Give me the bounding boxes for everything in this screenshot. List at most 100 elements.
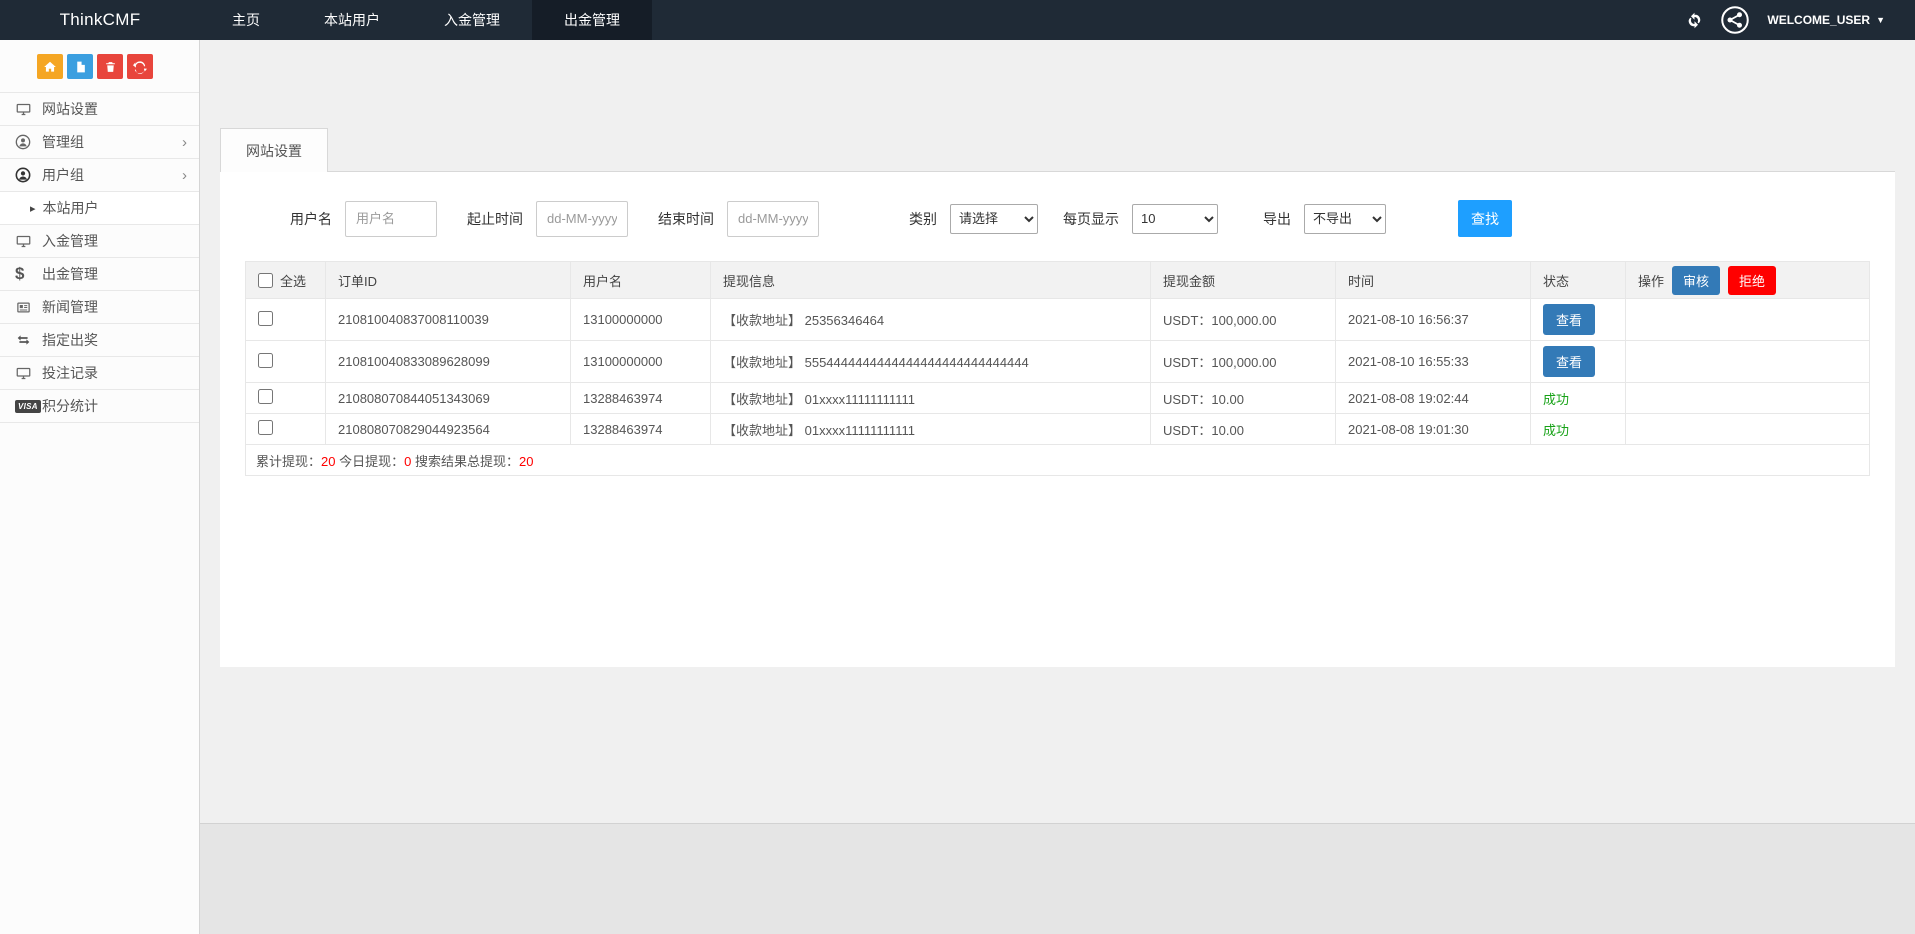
home-icon[interactable] xyxy=(37,54,63,79)
cell-username: 13288463974 xyxy=(571,414,711,445)
cell-username: 13288463974 xyxy=(571,383,711,414)
cell-actions xyxy=(1626,299,1870,341)
export-label: 导出 xyxy=(1263,209,1291,229)
end-date-input[interactable] xyxy=(727,201,819,237)
nav-item-site-users[interactable]: 本站用户 xyxy=(292,0,412,40)
col-header-order-id: 订单ID xyxy=(326,262,571,299)
pagesize-select[interactable]: 10 xyxy=(1132,204,1218,234)
col-header-username: 用户名 xyxy=(571,262,711,299)
navbar-right: WELCOME_USER ▼ xyxy=(1686,0,1915,40)
export-select[interactable]: 不导出 xyxy=(1304,204,1386,234)
filter-bar: 用户名 起止时间 结束时间 类别 请选择 每页显示 10 导出 不导出 查找 xyxy=(290,200,1870,237)
tab-bar: 网站设置 xyxy=(220,128,1895,172)
end-time-label: 结束时间 xyxy=(658,209,714,229)
monitor-icon xyxy=(15,234,42,249)
recycle-icon[interactable] xyxy=(127,54,153,79)
top-navbar: ThinkCMF 主页 本站用户 入金管理 出金管理 WELCOME_USER … xyxy=(0,0,1915,40)
approve-button[interactable]: 审核 xyxy=(1672,266,1720,295)
sidebar-item-user-group[interactable]: 用户组 › xyxy=(0,159,199,192)
sidebar-item-withdraw[interactable]: $ 出金管理 xyxy=(0,258,199,291)
admin-group-icon xyxy=(15,134,42,150)
cell-order-id: 210810040833089628099 xyxy=(326,341,571,383)
withdraw-table: 全选 订单ID 用户名 提现信息 提现金额 时间 状态 操作 审核 xyxy=(245,261,1870,476)
cell-actions xyxy=(1626,341,1870,383)
cell-amount: USDT：100,000.00 xyxy=(1151,299,1336,341)
cell-info: 【收款地址】 01xxxx11111111111 xyxy=(711,383,1151,414)
chevron-right-icon: › xyxy=(182,168,187,183)
sidebar-item-points-stats[interactable]: VISA 积分统计 xyxy=(0,390,199,423)
table-row: 210810040837008110039 13100000000 【收款地址】… xyxy=(246,299,1870,341)
today-withdraw-label: 今日提现： xyxy=(339,454,404,469)
total-withdraw-value: 20 xyxy=(321,454,335,469)
select-all-label: 全选 xyxy=(280,271,306,290)
sidebar-item-deposit[interactable]: 入金管理 xyxy=(0,225,199,258)
monitor-icon xyxy=(15,102,42,117)
sidebar-item-admin-group[interactable]: 管理组 › xyxy=(0,126,199,159)
search-button[interactable]: 查找 xyxy=(1458,200,1512,237)
newspaper-icon xyxy=(15,300,42,315)
search-total-value: 20 xyxy=(519,454,533,469)
chevron-right-icon: › xyxy=(182,135,187,150)
cell-username: 13100000000 xyxy=(571,341,711,383)
sidebar: 网站设置 管理组 › 用户组 › ▸ 本站用户 xyxy=(0,40,200,934)
start-date-input[interactable] xyxy=(536,201,628,237)
row-checkbox[interactable] xyxy=(258,420,273,435)
table-header-row: 全选 订单ID 用户名 提现信息 提现金额 时间 状态 操作 审核 xyxy=(246,262,1870,299)
view-button[interactable]: 查看 xyxy=(1543,304,1595,335)
view-button[interactable]: 查看 xyxy=(1543,346,1595,377)
avatar[interactable] xyxy=(1720,5,1750,35)
cell-info: 【收款地址】 25356346464 xyxy=(711,299,1151,341)
summary-row: 累计提现：20 今日提现：0 搜索结果总提现：20 xyxy=(246,445,1870,476)
file-icon[interactable] xyxy=(67,54,93,79)
col-header-info: 提现信息 xyxy=(711,262,1151,299)
sidebar-item-news[interactable]: 新闻管理 xyxy=(0,291,199,324)
cell-info: 【收款地址】 5554444444444444444444444444444 xyxy=(711,341,1151,383)
start-time-label: 起止时间 xyxy=(467,209,523,229)
table-row: 210808070829044923564 13288463974 【收款地址】… xyxy=(246,414,1870,445)
total-withdraw-label: 累计提现： xyxy=(256,454,321,469)
cell-time: 2021-08-10 16:55:33 xyxy=(1336,341,1531,383)
cell-info: 【收款地址】 01xxxx11111111111 xyxy=(711,414,1151,445)
sidebar-item-site-users[interactable]: ▸ 本站用户 xyxy=(0,192,199,225)
reject-button[interactable]: 拒绝 xyxy=(1728,266,1776,295)
row-checkbox[interactable] xyxy=(258,311,273,326)
sidebar-item-site-settings[interactable]: 网站设置 xyxy=(0,93,199,126)
content-panel: 用户名 起止时间 结束时间 类别 请选择 每页显示 10 导出 不导出 查找 xyxy=(220,172,1895,667)
nav-item-withdraw[interactable]: 出金管理 xyxy=(532,0,652,40)
status-success: 成功 xyxy=(1543,392,1569,407)
col-header-actions: 操作 xyxy=(1638,271,1664,290)
visa-icon: VISA xyxy=(15,400,42,413)
col-header-time: 时间 xyxy=(1336,262,1531,299)
cell-time: 2021-08-08 19:01:30 xyxy=(1336,414,1531,445)
sidebar-toolbar xyxy=(0,40,199,92)
cell-order-id: 210808070844051343069 xyxy=(326,383,571,414)
sidebar-menu: 网站设置 管理组 › 用户组 › ▸ 本站用户 xyxy=(0,92,199,423)
cell-actions xyxy=(1626,414,1870,445)
select-all-checkbox[interactable] xyxy=(258,273,273,288)
category-select[interactable]: 请选择 xyxy=(950,204,1038,234)
username-input[interactable] xyxy=(345,201,437,237)
cell-amount: USDT：100,000.00 xyxy=(1151,341,1336,383)
page-footer xyxy=(200,823,1915,934)
table-row: 210810040833089628099 13100000000 【收款地址】… xyxy=(246,341,1870,383)
trash-icon[interactable] xyxy=(97,54,123,79)
refresh-icon[interactable] xyxy=(1686,12,1703,29)
row-checkbox[interactable] xyxy=(258,353,273,368)
dollar-icon: $ xyxy=(15,264,42,284)
table-row: 210808070844051343069 13288463974 【收款地址】… xyxy=(246,383,1870,414)
cell-amount: USDT：10.00 xyxy=(1151,414,1336,445)
user-group-icon xyxy=(15,167,42,183)
tab-site-settings[interactable]: 网站设置 xyxy=(220,128,328,172)
row-checkbox[interactable] xyxy=(258,389,273,404)
monitor-icon xyxy=(15,366,42,381)
sidebar-item-assign-prize[interactable]: 指定出奖 xyxy=(0,324,199,357)
caret-down-icon: ▼ xyxy=(1876,15,1885,25)
today-withdraw-value: 0 xyxy=(404,454,411,469)
cell-amount: USDT：10.00 xyxy=(1151,383,1336,414)
user-menu[interactable]: WELCOME_USER ▼ xyxy=(1767,13,1885,27)
sidebar-item-bet-records[interactable]: 投注记录 xyxy=(0,357,199,390)
col-header-amount: 提现金额 xyxy=(1151,262,1336,299)
nav-item-deposit[interactable]: 入金管理 xyxy=(412,0,532,40)
category-label: 类别 xyxy=(909,209,937,229)
nav-item-home[interactable]: 主页 xyxy=(200,0,292,40)
